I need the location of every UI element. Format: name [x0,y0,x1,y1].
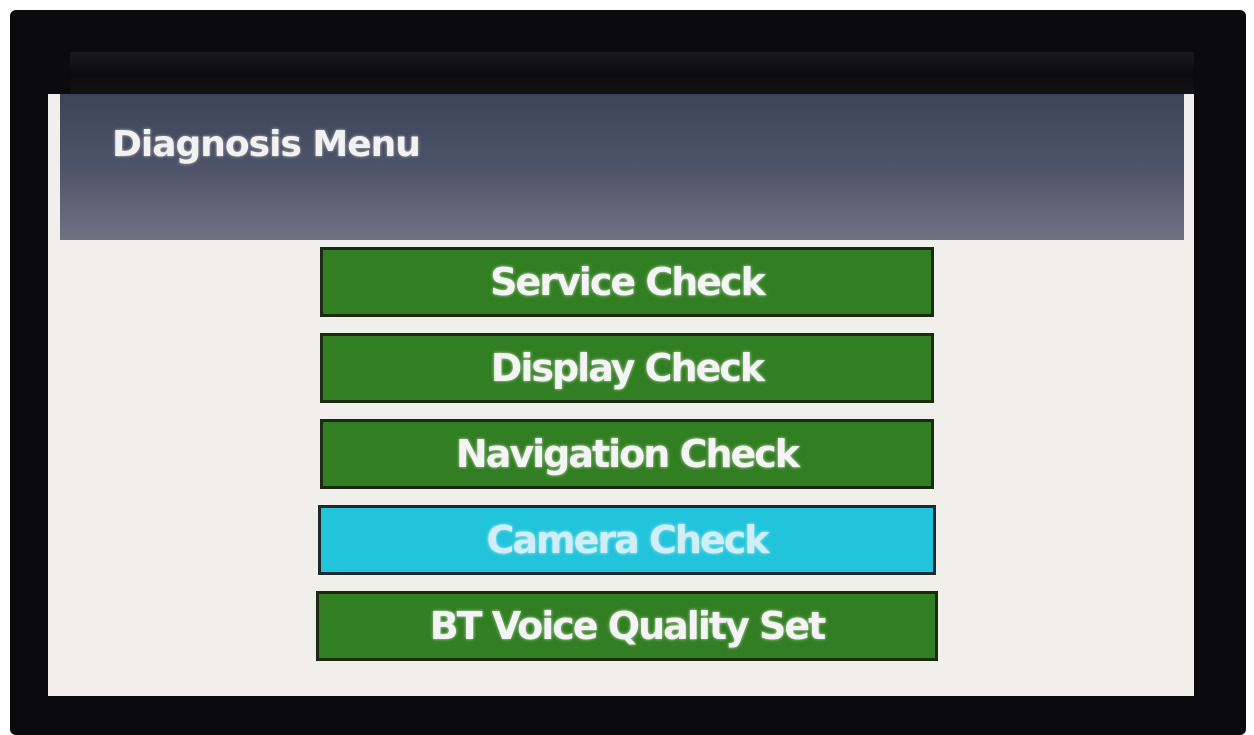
service-check-button[interactable]: Service Check [320,247,934,317]
camera-check-button[interactable]: Camera Check [318,505,936,575]
bt-voice-quality-set-button[interactable]: BT Voice Quality Set [316,591,938,661]
header-bar: Diagnosis Menu [60,94,1184,240]
navigation-check-button[interactable]: Navigation Check [320,419,934,489]
display-check-button[interactable]: Display Check [320,333,934,403]
display-screen: Diagnosis Menu Service Check Display Che… [48,94,1194,696]
page-title: Diagnosis Menu [112,124,421,165]
